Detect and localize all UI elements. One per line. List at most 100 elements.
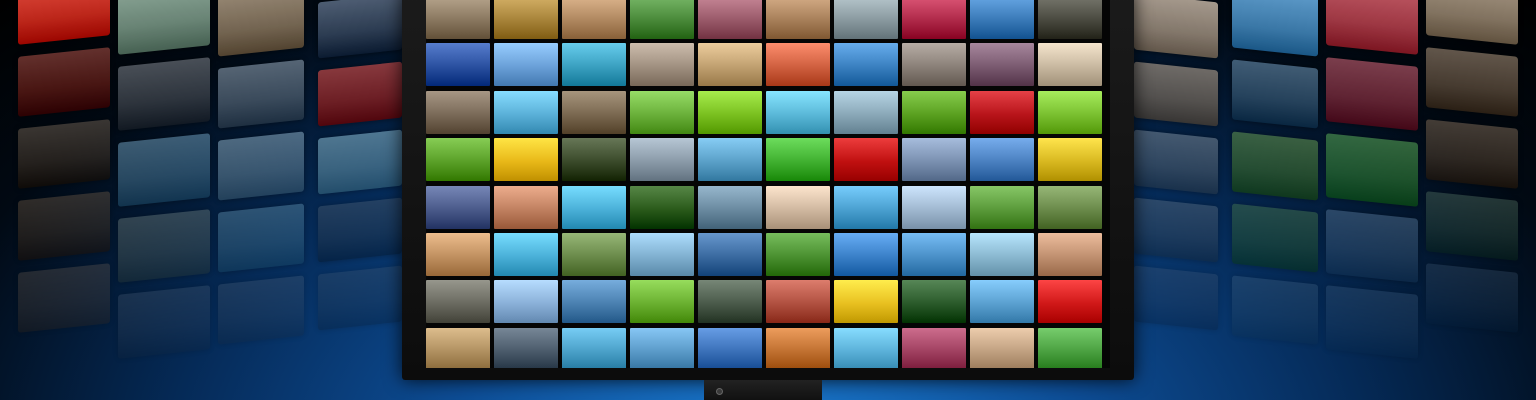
photo-thumbnail xyxy=(970,232,1034,276)
photo-thumbnail xyxy=(766,138,830,182)
power-led-icon xyxy=(716,388,723,395)
photo-thumbnail xyxy=(494,90,558,134)
wall-photo-tile xyxy=(318,0,402,59)
photo-thumbnail xyxy=(970,43,1034,87)
photo-thumbnail xyxy=(902,280,966,324)
photo-thumbnail xyxy=(902,0,966,39)
photo-thumbnail xyxy=(766,327,830,368)
wall-photo-tile xyxy=(1426,119,1518,189)
wall-photo-tile xyxy=(318,129,402,195)
photo-thumbnail xyxy=(562,327,626,368)
wall-photo-tile xyxy=(1426,191,1518,261)
photo-thumbnail xyxy=(698,185,762,229)
photo-thumbnail xyxy=(426,43,490,87)
wall-photo-tile xyxy=(1326,285,1418,359)
photo-thumbnail xyxy=(766,280,830,324)
photo-thumbnail xyxy=(562,280,626,324)
photo-thumbnail xyxy=(630,0,694,39)
photo-thumbnail xyxy=(698,0,762,39)
wall-photo-tile xyxy=(18,0,110,45)
wall-photo-tile xyxy=(118,57,210,131)
wall-photo-tile xyxy=(1326,0,1418,55)
photo-thumbnail xyxy=(630,232,694,276)
wall-photo-tile xyxy=(218,0,304,57)
wall-photo-tile xyxy=(118,285,210,359)
photo-thumbnail xyxy=(834,90,898,134)
photo-thumbnail xyxy=(698,232,762,276)
photo-thumbnail xyxy=(766,232,830,276)
photo-thumbnail xyxy=(766,0,830,39)
wall-photo-tile xyxy=(18,47,110,117)
photo-thumbnail xyxy=(562,138,626,182)
photo-thumbnail xyxy=(766,43,830,87)
wall-photo-tile xyxy=(118,0,210,55)
photo-thumbnail xyxy=(1038,327,1102,368)
photo-thumbnail xyxy=(698,43,762,87)
wall-photo-tile xyxy=(1134,61,1218,127)
photo-thumbnail xyxy=(1038,0,1102,39)
photo-thumbnail xyxy=(766,90,830,134)
photo-thumbnail xyxy=(698,327,762,368)
monitor xyxy=(402,0,1134,380)
wall-photo-tile xyxy=(1326,57,1418,131)
wall-photo-tile xyxy=(1426,263,1518,333)
photo-thumbnail xyxy=(902,185,966,229)
wall-photo-tile xyxy=(1134,129,1218,195)
wall-photo-tile xyxy=(1232,59,1318,129)
photo-thumbnail xyxy=(970,138,1034,182)
photo-thumbnail xyxy=(426,185,490,229)
photo-thumbnail xyxy=(562,185,626,229)
photo-thumbnail xyxy=(698,90,762,134)
photo-thumbnail xyxy=(630,43,694,87)
photo-thumbnail xyxy=(698,280,762,324)
photo-thumbnail xyxy=(426,280,490,324)
wall-photo-tile xyxy=(1134,197,1218,263)
photo-thumbnail xyxy=(1038,185,1102,229)
photo-thumbnail xyxy=(494,280,558,324)
photo-thumbnail xyxy=(1038,43,1102,87)
photo-thumbnail xyxy=(970,280,1034,324)
photo-thumbnail xyxy=(562,90,626,134)
monitor-screen xyxy=(426,0,1110,368)
photo-thumbnail xyxy=(1038,90,1102,134)
wall-photo-tile xyxy=(1426,0,1518,45)
photo-thumbnail xyxy=(562,0,626,39)
photo-thumbnail xyxy=(834,280,898,324)
wall-photo-tile xyxy=(1426,47,1518,117)
wall-photo-tile xyxy=(1134,265,1218,331)
photo-thumbnail xyxy=(426,232,490,276)
photo-thumbnail xyxy=(970,185,1034,229)
photo-thumbnail xyxy=(970,0,1034,39)
photo-thumbnail xyxy=(494,185,558,229)
photo-thumbnail xyxy=(426,327,490,368)
wall-photo-tile xyxy=(1232,131,1318,201)
wall-photo-tile xyxy=(18,263,110,333)
photo-thumbnail xyxy=(970,90,1034,134)
photo-thumbnail xyxy=(426,138,490,182)
wall-photo-tile xyxy=(1232,0,1318,57)
photo-thumbnail xyxy=(494,43,558,87)
photo-thumbnail xyxy=(562,232,626,276)
photo-thumbnail xyxy=(1038,138,1102,182)
wall-photo-tile xyxy=(318,197,402,263)
photo-thumbnail xyxy=(902,232,966,276)
wall-photo-tile xyxy=(318,265,402,331)
photo-thumbnail xyxy=(494,327,558,368)
photo-thumbnail xyxy=(834,232,898,276)
wall-photo-tile xyxy=(318,61,402,127)
photo-thumbnail xyxy=(494,232,558,276)
wall-photo-tile xyxy=(1326,133,1418,207)
wall-photo-tile xyxy=(18,191,110,261)
wall-photo-tile xyxy=(218,131,304,201)
photo-thumbnail xyxy=(902,327,966,368)
left-tile-wall xyxy=(0,0,420,400)
photo-thumbnail xyxy=(630,138,694,182)
wall-photo-tile xyxy=(118,209,210,283)
photo-thumbnail xyxy=(1038,232,1102,276)
photo-thumbnail xyxy=(834,0,898,39)
photo-thumbnail xyxy=(834,185,898,229)
wall-photo-tile xyxy=(1232,275,1318,345)
photo-thumbnail xyxy=(426,90,490,134)
photo-thumbnail xyxy=(834,327,898,368)
wall-photo-tile xyxy=(1134,0,1218,59)
